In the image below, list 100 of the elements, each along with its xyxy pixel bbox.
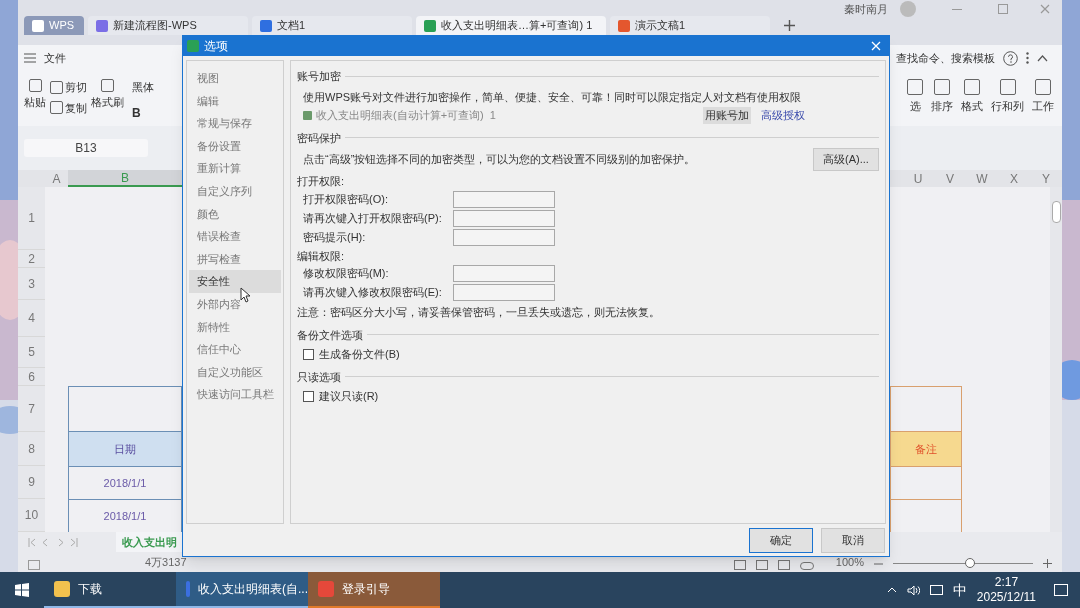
taskbar-item[interactable]: 收入支出明细表(自... [176,572,308,608]
row-header[interactable]: 4 [18,300,45,337]
input-field[interactable] [453,265,555,282]
ribbon-button[interactable]: 复制 [50,99,87,116]
row-header[interactable]: 6 [18,368,45,386]
bold-button[interactable]: B [132,103,160,122]
notification-icon[interactable] [1054,584,1068,596]
more-icon[interactable] [1026,52,1029,64]
nav-item[interactable]: 信任中心 [189,338,281,361]
speaker-icon[interactable] [906,584,920,596]
close-icon[interactable] [1040,4,1050,14]
zoom-select[interactable]: 100% [835,553,864,570]
column-header[interactable]: V [934,170,966,187]
row-header[interactable]: 1 [18,187,45,250]
checkbox[interactable] [303,348,314,360]
row-header[interactable]: 8 [18,432,45,466]
search-command[interactable]: 查找命令、搜索模板 [896,49,995,67]
field-label: 请再次键入修改权限密码(E): [303,285,443,301]
document-tab[interactable]: 文档1 [252,16,412,35]
nav-item[interactable]: 外部内容 [189,292,281,316]
table-cell [890,386,962,432]
font-select[interactable]: 黑体 [132,79,160,96]
taskbar-item[interactable]: 登录引导 [308,572,440,608]
nav-item[interactable]: 自定义功能区 [189,360,281,384]
clock-date[interactable]: 2025/12/11 [976,590,1036,605]
sheet-tab[interactable]: 收入支出明 [116,532,183,552]
column-header[interactable]: B [68,170,182,187]
checkbox-label: 生成备份文件(B) [319,347,400,362]
help-icon[interactable] [1003,50,1018,66]
collapse-icon[interactable] [1037,54,1048,62]
nav-item[interactable]: 常规与保存 [189,112,281,135]
column-header[interactable]: Y [1030,170,1062,187]
network-icon[interactable] [929,585,943,595]
input-field[interactable] [453,228,555,246]
input-field[interactable] [453,190,555,208]
column-header[interactable]: A [45,170,68,187]
ribbon-button[interactable]: 剪切 [50,79,87,96]
dialog-title: 选项 [204,38,228,55]
view-icon[interactable] [733,560,746,570]
nav-item[interactable]: 错误检查 [189,225,281,248]
document-tab[interactable]: WPS [24,16,84,35]
file-icon [32,19,44,32]
document-tab[interactable]: 演示文稿1 [610,16,770,35]
maximize-icon[interactable] [998,4,1008,14]
name-box[interactable]: B13 [24,139,148,157]
row-header[interactable]: 2 [18,250,45,268]
checkbox[interactable] [303,390,314,402]
ribbon-button[interactable]: 行和列 [989,79,1026,115]
row-header[interactable]: 9 [18,466,45,499]
sheet-icon[interactable] [28,560,40,570]
ok-button[interactable]: 确定 [749,528,813,553]
advanced-button[interactable]: 高级(A)... [813,148,879,171]
row-header[interactable]: 5 [18,337,45,368]
nav-item[interactable]: 自定义序列 [189,179,281,203]
minimize-icon[interactable] [952,8,962,10]
nav-item[interactable]: 备份设置 [189,134,281,158]
section-heading: 账号加密 [297,69,341,84]
column-header[interactable]: X [998,170,1030,187]
ribbon-button[interactable]: 粘贴 [24,79,46,111]
column-header[interactable]: U [902,170,934,187]
zoom-in-icon[interactable] [1043,559,1052,568]
nav-item[interactable]: 视图 [189,67,281,90]
cursor-icon [240,287,251,303]
new-tab-icon[interactable] [784,20,795,31]
file-name: 收入支出明细表(自动计算+可查询) 1 [316,108,496,123]
cancel-button[interactable]: 取消 [821,528,885,553]
ribbon-button[interactable]: 格式刷 [91,79,124,111]
nav-item[interactable]: 拼写检查 [189,247,281,271]
file-icon [260,19,272,32]
link[interactable]: 高级授权 [761,107,805,124]
row-header[interactable]: 7 [18,386,45,432]
user-name[interactable]: 秦时南月 [844,0,888,18]
nav-item[interactable]: 重新计算 [189,157,281,180]
field-label: 修改权限密码(M): [303,266,390,282]
input-method[interactable]: 中 [952,579,967,601]
document-tab[interactable]: 收入支出明细表…算+可查询) 1 [416,16,606,35]
nav-item[interactable]: 新特性 [189,315,281,339]
input-field[interactable] [453,209,555,227]
status-count: 4万3137 [145,554,187,570]
nav-item[interactable]: 颜色 [189,202,281,226]
file-menu[interactable]: 文件 [44,49,66,67]
nav-item[interactable]: 编辑 [189,89,281,113]
account-encrypt-button[interactable]: 用账号加 [703,107,751,124]
tool-icon [1035,79,1051,95]
menu-icon[interactable] [24,53,36,63]
ribbon-button[interactable]: 选 [905,79,925,115]
nav-item[interactable]: 快速访问工具栏 [189,383,281,406]
ribbon-button[interactable]: 格式 [959,79,985,115]
field-label: 请再次键入打开权限密码(P): [303,210,443,226]
view-icon[interactable] [777,560,790,570]
column-header[interactable]: W [966,170,998,187]
view-icon[interactable] [755,560,768,570]
document-tab[interactable]: 新建流程图-WPS [88,16,248,35]
row-header[interactable]: 3 [18,268,45,300]
input-field[interactable] [453,284,555,301]
nav-item[interactable]: 安全性 [189,270,281,293]
ribbon-button[interactable]: 工作 [1030,79,1056,115]
slider-thumb[interactable] [965,558,975,568]
clock-time[interactable]: 2:17 [994,575,1019,590]
ribbon-button[interactable]: 排序 [929,79,955,115]
